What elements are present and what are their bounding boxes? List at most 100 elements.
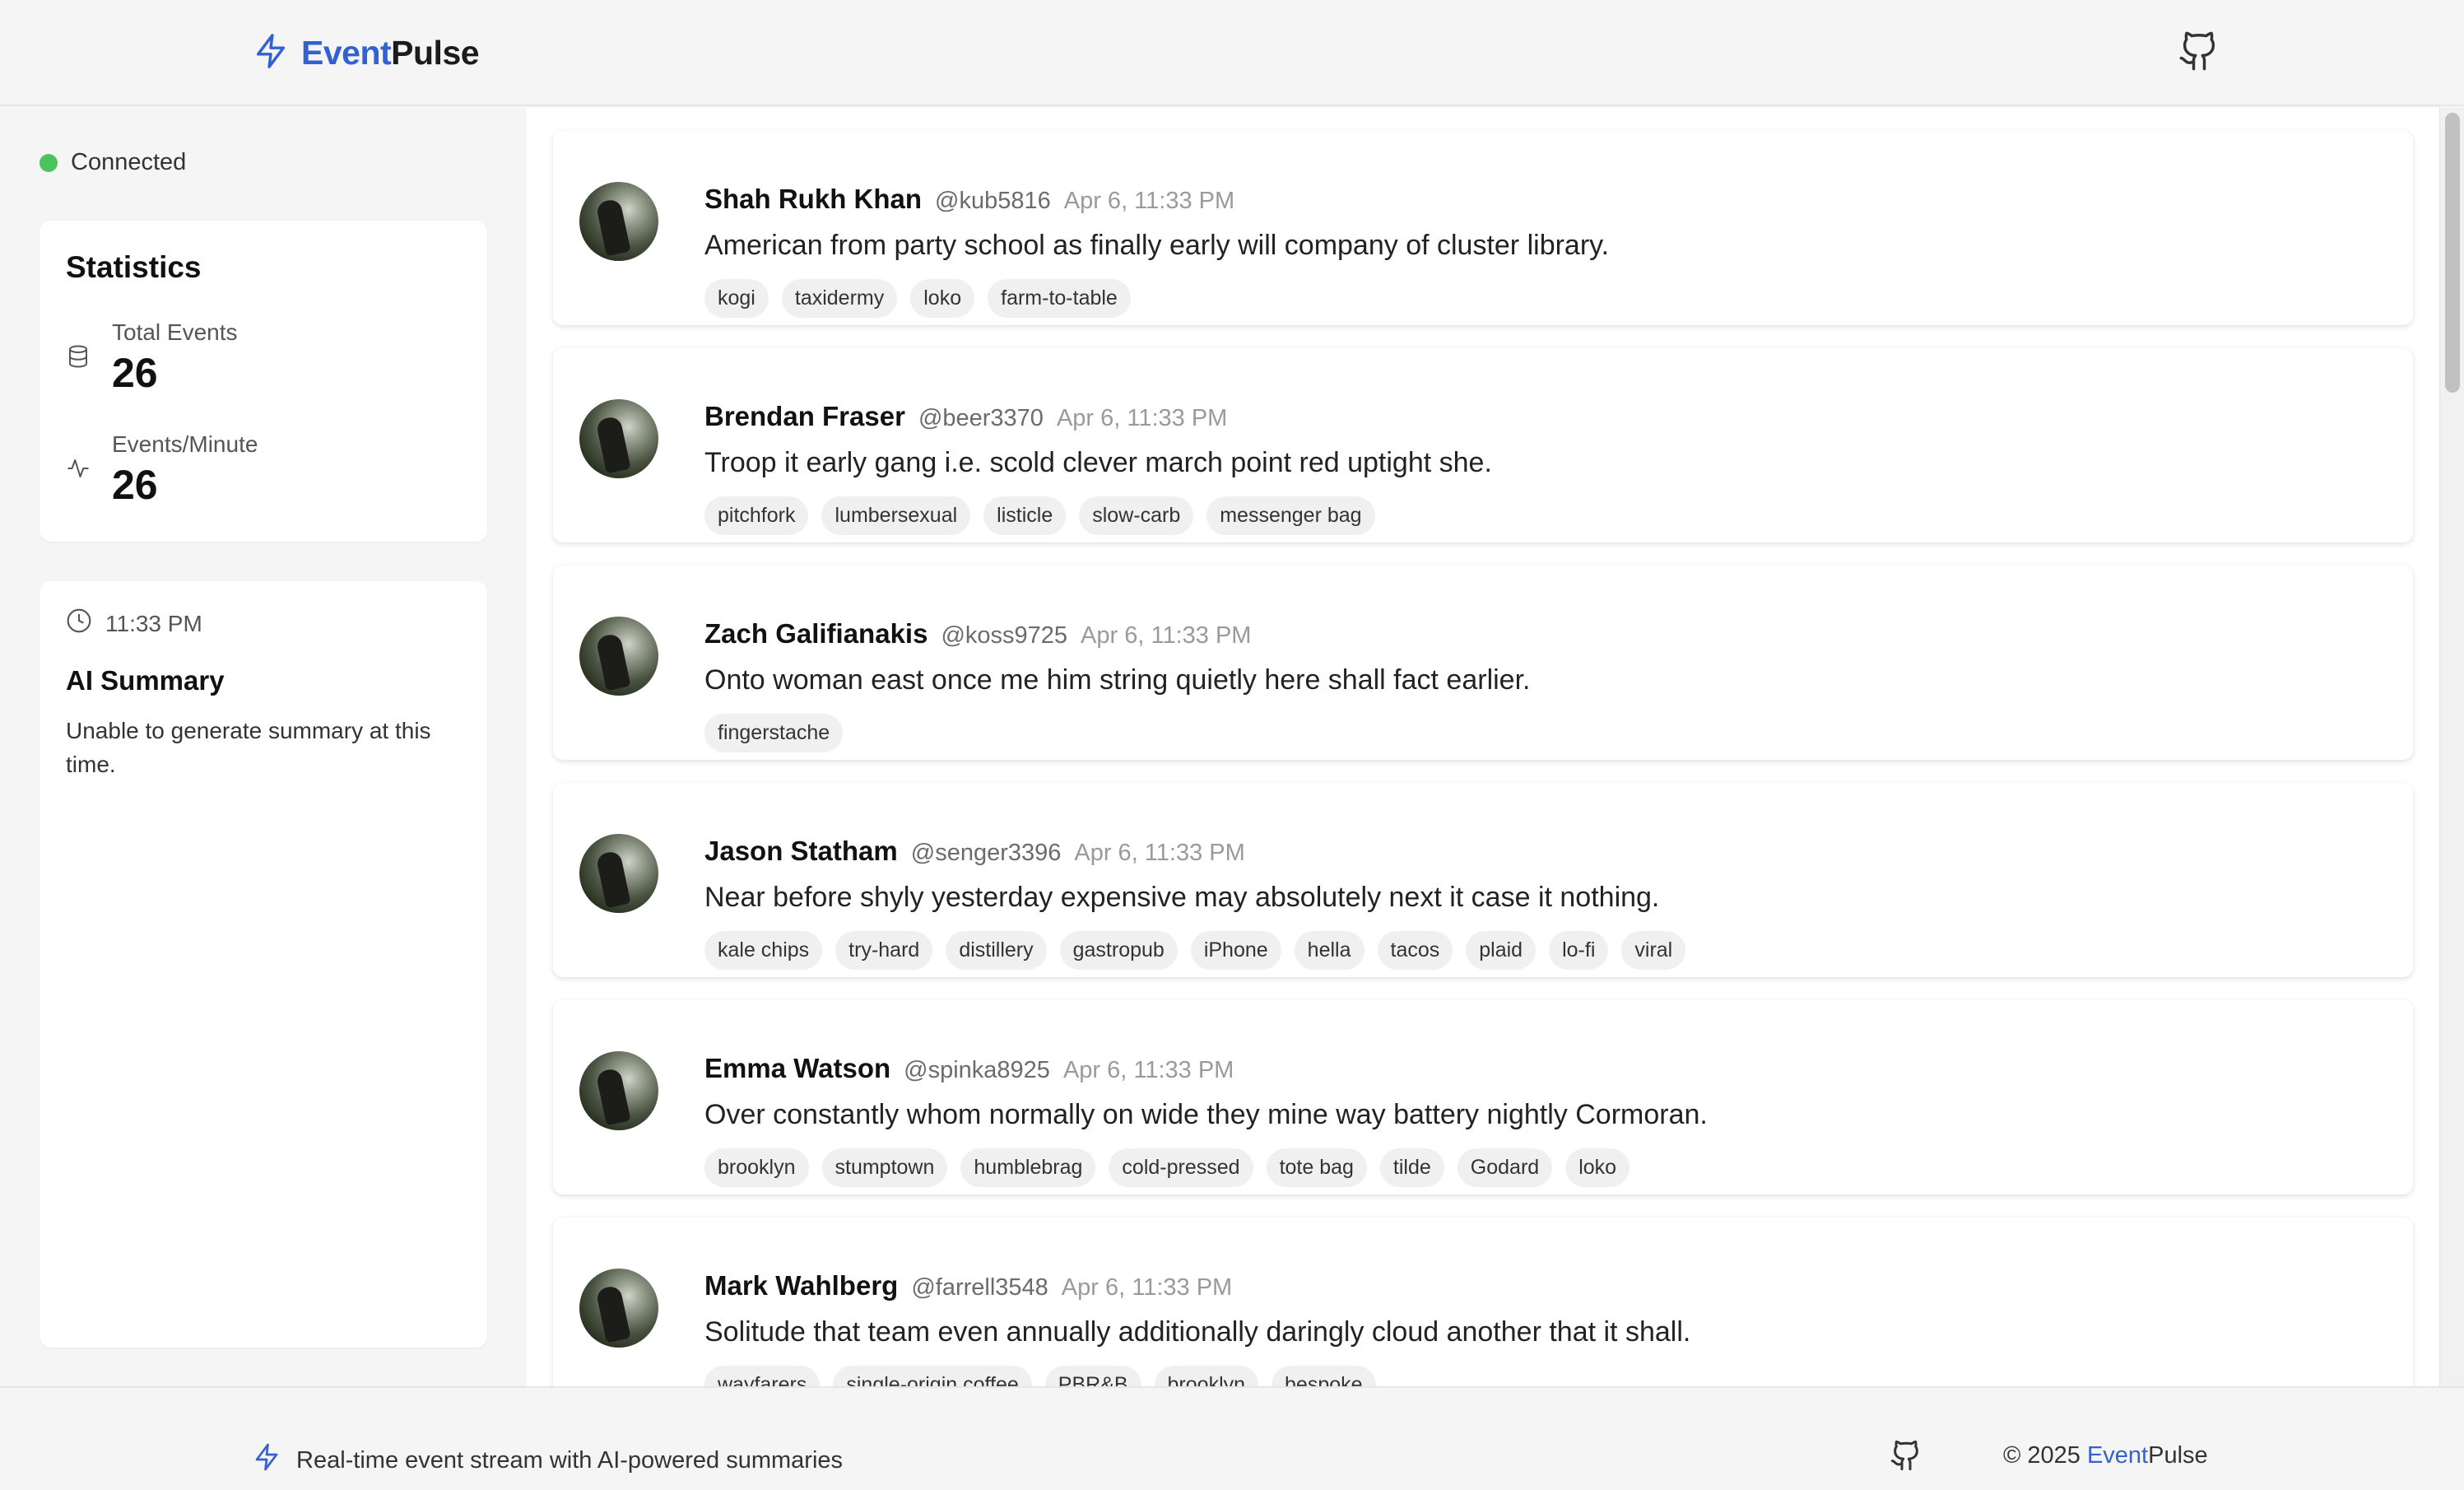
feed-scrollbar[interactable] bbox=[2439, 108, 2464, 1386]
tag-chip[interactable]: farm-to-table bbox=[988, 279, 1131, 318]
tag-chip[interactable]: fingerstache bbox=[704, 714, 844, 752]
event-header: Shah Rukh Khan @kub5816 Apr 6, 11:33 PM bbox=[704, 184, 1234, 215]
tag-chip[interactable]: tote bag bbox=[1266, 1148, 1367, 1187]
tag-chip[interactable]: lumbersexual bbox=[821, 496, 971, 535]
copyright-brand-part2: Pulse bbox=[2148, 1442, 2208, 1469]
event-header: Emma Watson @spinka8925 Apr 6, 11:33 PM bbox=[704, 1053, 1234, 1084]
avatar[interactable] bbox=[579, 834, 658, 913]
connection-status: Connected bbox=[40, 149, 186, 176]
event-author-name[interactable]: Jason Statham bbox=[704, 836, 898, 867]
copyright-brand-part1[interactable]: Event bbox=[2087, 1442, 2148, 1469]
brand-name: EventPulse bbox=[301, 34, 480, 72]
tag-chip[interactable]: try-hard bbox=[835, 931, 933, 970]
statistics-title: Statistics bbox=[66, 250, 202, 284]
event-card[interactable]: Zach Galifianakis @koss9725 Apr 6, 11:33 P… bbox=[553, 566, 2413, 760]
event-tags: wayfarers single-origin coffee PBR&B brookl… bbox=[704, 1366, 1376, 1386]
event-author-handle[interactable]: @kub5816 bbox=[935, 188, 1051, 215]
tag-chip[interactable]: loko bbox=[910, 279, 975, 318]
tag-chip[interactable]: pitchfork bbox=[704, 496, 809, 535]
tag-chip[interactable]: viral bbox=[1621, 931, 1686, 970]
avatar[interactable] bbox=[579, 182, 658, 261]
tag-chip[interactable]: kogi bbox=[704, 279, 769, 318]
avatar[interactable] bbox=[579, 399, 658, 478]
event-card[interactable]: Mark Wahlberg @farrell3548 Apr 6, 11:33 PM… bbox=[553, 1218, 2413, 1386]
brand-logo[interactable]: EventPulse bbox=[252, 30, 480, 77]
tag-chip[interactable]: stumptown bbox=[821, 1148, 948, 1187]
tag-chip[interactable]: hella bbox=[1294, 931, 1364, 970]
tag-chip[interactable]: brooklyn bbox=[1154, 1366, 1259, 1386]
ai-summary-card: 11:33 PM AI Summary Unable to generate s… bbox=[40, 581, 487, 1348]
copyright-prefix: © 2025 bbox=[2003, 1442, 2080, 1469]
event-card[interactable]: Shah Rukh Khan @kub5816 Apr 6, 11:33 PM Ame… bbox=[553, 131, 2413, 325]
footer-tagline: Real-time event stream with AI-powered s… bbox=[296, 1446, 844, 1474]
event-card[interactable]: Jason Statham @senger3396 Apr 6, 11:33 PM N… bbox=[553, 783, 2413, 977]
event-tags: fingerstache bbox=[704, 714, 844, 752]
event-text: Near before shyly yesterday expensive ma… bbox=[704, 882, 1660, 913]
scrollbar-thumb[interactable] bbox=[2445, 113, 2460, 393]
event-author-handle[interactable]: @senger3396 bbox=[911, 840, 1062, 867]
event-feed[interactable]: Shah Rukh Khan @kub5816 Apr 6, 11:33 PM Ame… bbox=[527, 108, 2439, 1386]
tag-chip[interactable]: tacos bbox=[1377, 931, 1453, 970]
event-author-name[interactable]: Mark Wahlberg bbox=[704, 1270, 898, 1301]
tag-chip[interactable]: wayfarers bbox=[704, 1366, 821, 1386]
avatar[interactable] bbox=[579, 1269, 658, 1348]
github-icon[interactable] bbox=[2178, 30, 2220, 72]
tag-chip[interactable]: tilde bbox=[1379, 1148, 1444, 1187]
tag-chip[interactable]: PBR&B bbox=[1044, 1366, 1141, 1386]
event-timestamp: Apr 6, 11:33 PM bbox=[1063, 188, 1235, 214]
avatar[interactable] bbox=[579, 617, 658, 696]
bolt-icon bbox=[252, 30, 290, 77]
event-author-handle[interactable]: @spinka8925 bbox=[904, 1057, 1050, 1084]
event-text: Troop it early gang i.e. scold clever ma… bbox=[704, 447, 1492, 478]
avatar[interactable] bbox=[579, 1051, 658, 1130]
status-dot bbox=[40, 153, 58, 172]
events-per-minute-label: Events/Minute bbox=[112, 431, 258, 457]
app-footer: Real-time event stream with AI-powered s… bbox=[0, 1386, 2464, 1490]
tag-chip[interactable]: plaid bbox=[1466, 931, 1537, 970]
event-timestamp: Apr 6, 11:33 PM bbox=[1074, 840, 1245, 866]
event-text: American from party school as finally ea… bbox=[704, 230, 1610, 261]
tag-chip[interactable]: cold-pressed bbox=[1109, 1148, 1253, 1187]
activity-icon bbox=[66, 456, 112, 485]
copyright: © 2025 EventPulse bbox=[2003, 1442, 2208, 1469]
database-icon bbox=[66, 344, 112, 373]
summary-time: 11:33 PM bbox=[105, 610, 202, 636]
event-card[interactable]: Brendan Fraser @beer3370 Apr 6, 11:33 PM Tr… bbox=[553, 348, 2413, 542]
event-timestamp: Apr 6, 11:33 PM bbox=[1056, 405, 1228, 431]
event-author-name[interactable]: Shah Rukh Khan bbox=[704, 184, 922, 215]
event-header: Mark Wahlberg @farrell3548 Apr 6, 11:33 PM bbox=[704, 1270, 1232, 1301]
tag-chip[interactable]: messenger bag bbox=[1206, 496, 1375, 535]
summary-timestamp: 11:33 PM bbox=[66, 608, 202, 640]
tag-chip[interactable]: humblebrag bbox=[960, 1148, 1096, 1187]
event-header: Zach Galifianakis @koss9725 Apr 6, 11:33 P… bbox=[704, 618, 1251, 650]
bolt-icon bbox=[252, 1441, 281, 1480]
event-author-name[interactable]: Zach Galifianakis bbox=[704, 618, 927, 650]
event-header: Jason Statham @senger3396 Apr 6, 11:33 PM bbox=[704, 836, 1245, 867]
event-author-handle[interactable]: @farrell3548 bbox=[911, 1274, 1048, 1301]
tag-chip[interactable]: gastropub bbox=[1059, 931, 1178, 970]
tag-chip[interactable]: loko bbox=[1565, 1148, 1630, 1187]
summary-text: Unable to generate summary at this time. bbox=[66, 718, 431, 777]
event-author-handle[interactable]: @beer3370 bbox=[918, 405, 1044, 432]
event-tags: kogi taxidermy loko farm-to-table bbox=[704, 279, 1131, 318]
tag-chip[interactable]: brooklyn bbox=[704, 1148, 809, 1187]
sidebar: Connected Statistics Total Events 26 Eve… bbox=[0, 108, 527, 1386]
summary-title: AI Summary bbox=[66, 665, 225, 696]
event-author-name[interactable]: Emma Watson bbox=[704, 1053, 890, 1084]
event-author-name[interactable]: Brendan Fraser bbox=[704, 401, 905, 432]
tag-chip[interactable]: listicle bbox=[983, 496, 1067, 535]
event-card[interactable]: Emma Watson @spinka8925 Apr 6, 11:33 PM Ove… bbox=[553, 1000, 2413, 1194]
tag-chip[interactable]: Godard bbox=[1457, 1148, 1553, 1187]
tag-chip[interactable]: slow-carb bbox=[1079, 496, 1194, 535]
tag-chip[interactable]: iPhone bbox=[1190, 931, 1281, 970]
github-icon[interactable] bbox=[1890, 1439, 1922, 1472]
tag-chip[interactable]: bespoke bbox=[1272, 1366, 1376, 1386]
event-author-handle[interactable]: @koss9725 bbox=[941, 622, 1067, 650]
connection-label: Connected bbox=[71, 149, 187, 175]
event-text: Solitude that team even annually additio… bbox=[704, 1316, 1691, 1348]
tag-chip[interactable]: lo-fi bbox=[1549, 931, 1609, 970]
tag-chip[interactable]: kale chips bbox=[704, 931, 823, 970]
tag-chip[interactable]: taxidermy bbox=[781, 279, 898, 318]
tag-chip[interactable]: single-origin coffee bbox=[833, 1366, 1032, 1386]
tag-chip[interactable]: distillery bbox=[946, 931, 1047, 970]
